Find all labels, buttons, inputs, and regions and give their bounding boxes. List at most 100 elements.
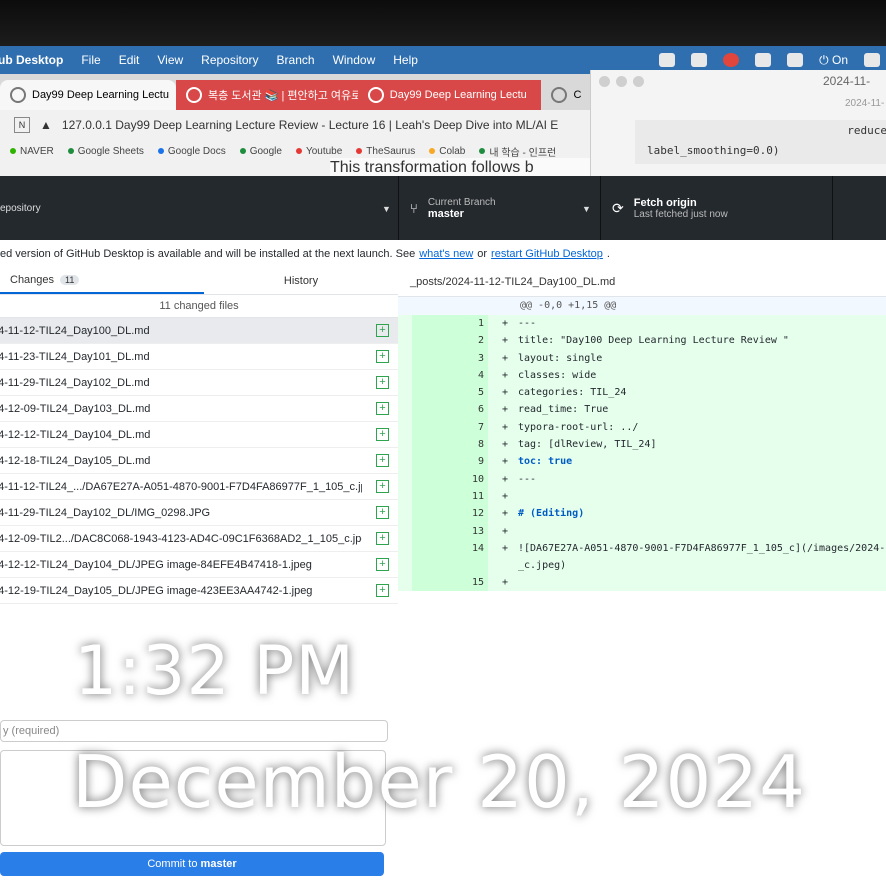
repository-label: epository [0,202,41,214]
branch-label: Current Branch [427,196,496,208]
added-file-icon: + [376,324,389,337]
github-toolbar: epository ▼ ⑂ Current Branch master ▼ ⟳ … [0,176,886,240]
zoom-button[interactable] [633,76,644,87]
address-bar[interactable]: N ▲ 127.0.0.1 Day99 Deep Learning Lectur… [0,110,600,140]
file-list-item[interactable]: 24-12-12-TIL24_Day104_DL.md + [0,422,398,448]
line-text: title: "Day100 Deep Learning Lecture Rev… [518,335,789,347]
line-text: classes: wide [518,369,597,381]
line-number: 2 [412,332,488,350]
window-icon[interactable] [787,53,804,67]
added-file-icon: + [376,584,389,597]
bookmark-inflearn[interactable]: 내 학습 - 인프런 [479,144,556,159]
file-list-item[interactable]: 24-12-09-TIL24_Day103_DL.md + [0,396,398,422]
tab-history[interactable]: History [204,268,398,294]
banner-text: ed version of GitHub Desktop is availabl… [0,248,416,260]
line-number: 11 [412,487,488,506]
commit-button[interactable]: Commit to master [0,852,384,876]
chevron-down-icon: ▼ [382,204,391,214]
added-file-icon: + [376,428,389,441]
notion-icon[interactable]: N [14,117,30,133]
line-text: toc: true [518,456,573,468]
grid-icon[interactable] [864,53,880,67]
notes-window-title: 2024-11- [823,74,871,88]
added-file-icon: + [376,402,389,415]
file-name: 24-12-19-TIL24_Day105_DL/JPEG image-423E… [0,584,313,597]
bookmark-colab[interactable]: Colab [429,146,465,157]
browser-tab-1[interactable]: Day99 Deep Learning Lectu [0,80,176,110]
file-name: 24-12-18-TIL24_Day105_DL.md [0,454,151,467]
diff-line: 14 + ![DA67E27A-A051-4870-9001-F7D4FA86977… [398,539,886,574]
file-list: 24-11-12-TIL24_Day100_DL.md +24-11-23-TIL… [0,318,398,604]
file-list-item[interactable]: 24-12-12-TIL24_Day104_DL/JPEG image-84EF… [0,552,398,578]
bookmark-google-docs[interactable]: Google Docs [157,146,226,157]
added-file-icon: + [376,350,389,363]
file-name: 24-11-29-TIL24_Day102_DL.md [0,376,150,389]
diff-hunk-header: @@ -0,0 +1,15 @@ [398,297,886,315]
code-line: reduce [847,124,886,137]
diff-line: 7 + typora-root-url: ../ [398,418,886,437]
line-text: tag: [dlReview, TIL_24] [518,439,657,451]
diff-line: 5 + categories: TIL_24 [398,384,886,402]
menu-repository[interactable]: Repository [201,53,258,67]
file-list-item[interactable]: 24-12-09-TIL2.../DAC8C068-1943-4123-AD4C… [0,526,398,552]
cloud-icon[interactable] [691,53,708,67]
menu-branch[interactable]: Branch [277,53,315,67]
file-list-item[interactable]: 24-12-19-TIL24_Day105_DL/JPEG image-423E… [0,578,398,604]
browser-tab-3[interactable]: Day99 Deep Learning Lectu [357,80,542,110]
focus-status-label: On [831,52,848,67]
summary-input[interactable]: y (required) [0,720,388,742]
added-file-icon: + [376,558,389,571]
menu-window[interactable]: Window [333,53,376,67]
bookmark-label: Google Sheets [77,145,144,157]
commit-branch: master [200,858,237,870]
bookmark-naver[interactable]: NAVER [10,146,54,157]
summary-placeholder: y (required) [3,725,60,737]
file-name: 24-12-12-TIL24_Day104_DL/JPEG image-84EF… [0,558,312,571]
warning-icon: ▲ [40,118,52,132]
focus-status[interactable]: ⏻ On [819,53,848,68]
bookmark-label: Google [249,145,282,157]
file-name: 24-11-12-TIL24_Day100_DL.md [0,324,150,337]
menu-view[interactable]: View [157,53,183,67]
diff-line: 6 + read_time: True [398,401,886,419]
add-marker: + [502,576,509,588]
bookmark-google[interactable]: Google [239,145,282,157]
browser-tab-2[interactable]: 복층 도서관 📚 | 편안하고 여유로 [176,80,358,110]
tab-changes[interactable]: Changes 11 [0,268,204,294]
whats-new-link[interactable]: what's new [419,248,473,260]
tab-favicon-icon [367,87,384,103]
file-list-item[interactable]: 24-11-23-TIL24_Day101_DL.md + [0,344,398,370]
line-text: layout: single [518,352,603,364]
bookmark-thesaurus[interactable]: TheSaurus [356,146,415,157]
tab-favicon-icon [551,87,568,103]
bookmark-google-sheets[interactable]: Google Sheets [67,145,144,157]
menu-file[interactable]: File [81,53,100,67]
fetch-origin-button[interactable]: ⟳ Fetch origin Last fetched just now [602,176,833,240]
menu-help[interactable]: Help [393,53,418,67]
current-branch-button[interactable]: ⑂ Current Branch master ▼ [400,176,601,240]
file-list-item[interactable]: 24-11-29-TIL24_Day102_DL/IMG_0298.JPG + [0,500,398,526]
app-menu[interactable]: ub Desktop [0,53,63,67]
line-number: 1 [412,315,488,333]
file-list-item[interactable]: 24-11-12-TIL24_Day100_DL.md + [0,318,398,344]
grammarly-icon[interactable] [659,53,676,67]
file-list-item[interactable]: 24-12-18-TIL24_Day105_DL.md + [0,448,398,474]
bookmark-youtube[interactable]: Youtube [295,146,342,157]
file-list-item[interactable]: 24-11-29-TIL24_Day102_DL.md + [0,370,398,396]
cast-icon[interactable] [755,53,772,67]
menu-edit[interactable]: Edit [119,53,140,67]
line-number: 3 [412,349,488,367]
added-file-icon: + [376,506,389,519]
record-icon[interactable] [723,53,740,67]
file-list-item[interactable]: 24-11-12-TIL24_.../DA67E27A-A051-4870-90… [0,474,398,500]
code-line: label_smoothing=0.0) [647,144,780,157]
diff-line: 2 + title: "Day100 Deep Learning Lecture R… [398,332,886,350]
minimize-button[interactable] [616,76,627,87]
file-name: 24-12-09-TIL24_Day103_DL.md [0,402,151,415]
added-file-icon: + [376,376,389,389]
current-repository-button[interactable]: epository ▼ [0,176,399,240]
close-button[interactable] [599,76,610,87]
tab-favicon-icon [10,87,26,103]
tab-label: 복층 도서관 📚 | 편안하고 여유로 [208,90,358,102]
restart-link[interactable]: restart GitHub Desktop [491,248,603,260]
